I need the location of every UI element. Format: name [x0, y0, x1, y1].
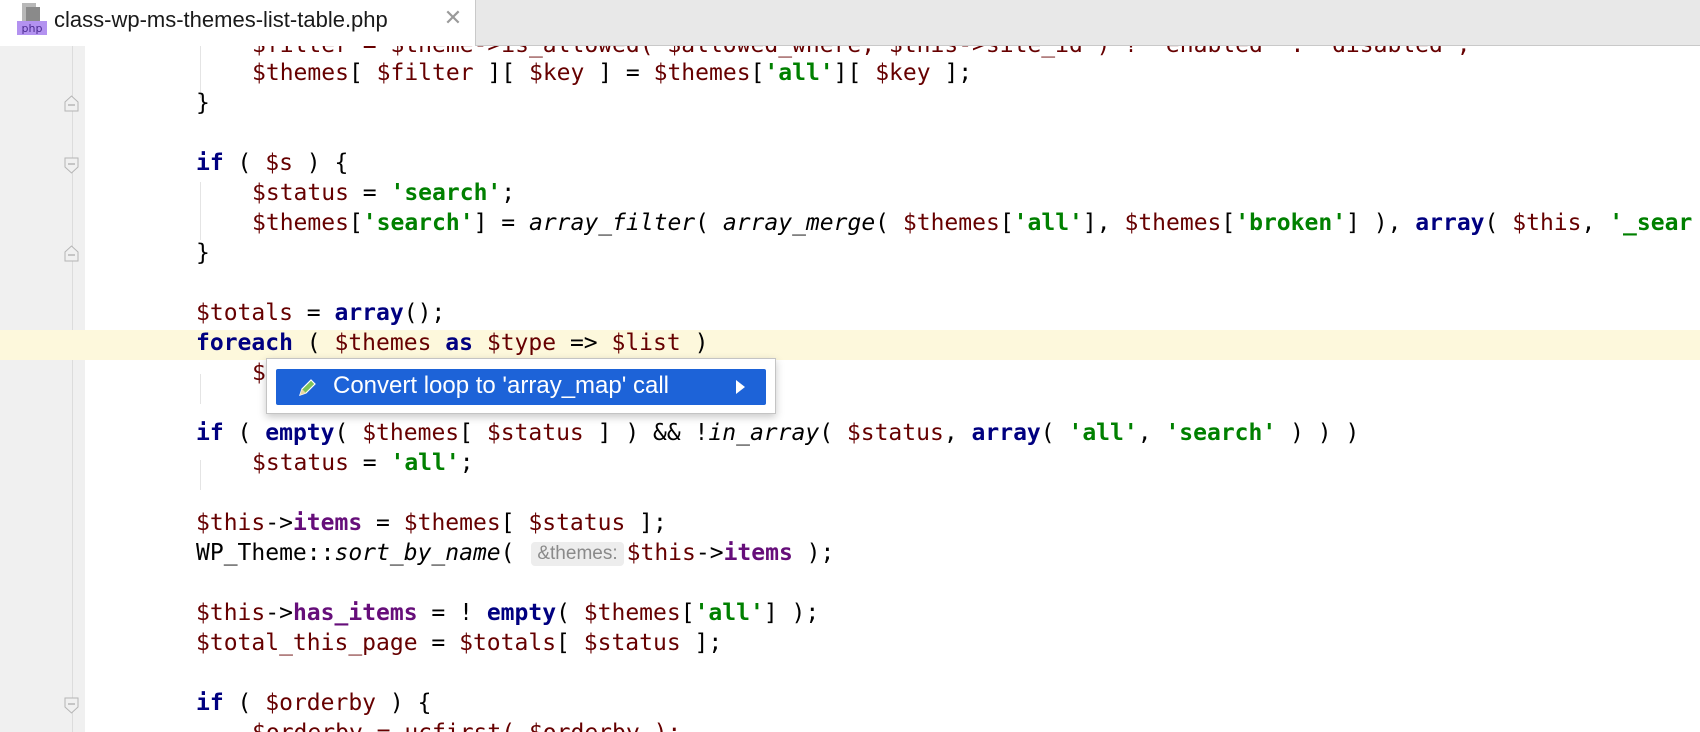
editor-tab-bar: php class-wp-ms-themes-list-table.php ✕: [0, 0, 1700, 46]
code-line: }: [196, 90, 210, 116]
code-line: WP_Theme::sort_by_name( &themes: $this->i…: [196, 540, 835, 566]
code-line: $orderby = ucfirst( $orderby );: [252, 718, 681, 732]
fold-end-icon[interactable]: [64, 95, 79, 112]
indent-guide: [200, 374, 201, 404]
code-line: if ( $orderby ) {: [196, 690, 432, 716]
editor-tab-active[interactable]: php class-wp-ms-themes-list-table.php ✕: [0, 0, 476, 46]
code-editor[interactable]: $filter = $theme->is_allowed( $allowed_w…: [0, 46, 1700, 732]
code-line: $status = 'all';: [252, 450, 474, 476]
indent-guide: [200, 460, 201, 490]
popup-action-label: Convert loop to 'array_map' call: [333, 372, 669, 399]
fold-start-icon[interactable]: [64, 697, 79, 714]
intention-actions-popup: Convert loop to 'array_map' call: [266, 358, 776, 414]
tab-filename: class-wp-ms-themes-list-table.php: [54, 7, 388, 32]
php-file-icon: php: [17, 3, 47, 35]
code-line: $themes[ $filter ][ $key ] = $themes['al…: [252, 60, 973, 86]
code-text: $filter = $theme->is_allowed( $allowed_w…: [252, 46, 1471, 58]
convert-loop-action[interactable]: Convert loop to 'array_map' call: [276, 369, 766, 405]
code-line: $: [252, 360, 266, 386]
code-line: $this->has_items = ! empty( $themes['all…: [196, 600, 820, 626]
parameter-hint: &themes:: [531, 542, 624, 566]
code-line: $themes['search'] = array_filter( array_…: [252, 210, 1693, 236]
code-line: if ( $s ) {: [196, 150, 349, 176]
indent-guide: [200, 182, 201, 240]
close-icon[interactable]: ✕: [440, 6, 466, 32]
gutter-divider: [72, 46, 73, 732]
code-line: if ( empty( $themes[ $status ] ) && !in_…: [196, 420, 1360, 446]
code-line: }: [196, 240, 210, 266]
code-line: $status = 'search';: [252, 180, 516, 206]
code-line: $totals = array();: [196, 300, 446, 326]
code-line-current: foreach ( $themes as $type => $list ): [196, 330, 709, 356]
pencil-icon: [299, 379, 316, 396]
fold-start-icon[interactable]: [64, 157, 79, 174]
code-line: $this->items = $themes[ $status ];: [196, 510, 667, 536]
fold-end-icon[interactable]: [64, 245, 79, 262]
submenu-arrow-icon[interactable]: [736, 380, 745, 394]
ide-window: php class-wp-ms-themes-list-table.php ✕: [0, 0, 1700, 732]
code-line: $total_this_page = $totals[ $status ];: [196, 630, 723, 656]
php-file-icon-label: php: [22, 22, 43, 35]
